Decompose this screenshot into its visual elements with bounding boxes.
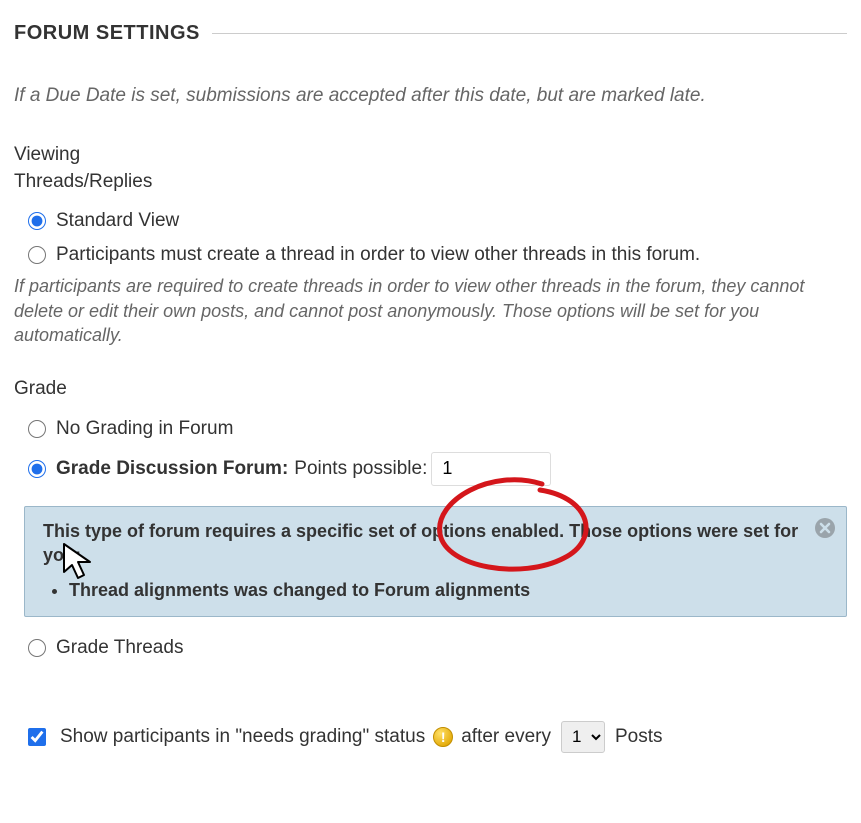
radio-must-create[interactable]: Participants must create a thread in ord… — [14, 238, 847, 272]
points-possible-input[interactable] — [431, 452, 551, 486]
points-possible-label: Points possible: — [294, 458, 427, 480]
viewing-radio-group: Standard View Participants must create a… — [14, 204, 847, 272]
exclamation-icon: ! — [433, 727, 453, 747]
info-box-item: Thread alignments was changed to Forum a… — [69, 578, 802, 602]
info-box-title: This type of forum requires a specific s… — [43, 519, 802, 568]
page-title: FORUM SETTINGS — [14, 22, 200, 45]
radio-grade-threads-label: Grade Threads — [56, 637, 183, 659]
info-box: This type of forum requires a specific s… — [24, 506, 847, 617]
radio-grade-forum-input[interactable] — [28, 460, 46, 478]
radio-grade-forum[interactable]: Grade Discussion Forum: Points possible: — [14, 446, 847, 492]
viewing-sub-hint: If participants are required to create t… — [14, 274, 847, 347]
close-icon[interactable] — [814, 517, 836, 539]
header-rule — [212, 33, 847, 34]
radio-standard-view[interactable]: Standard View — [14, 204, 847, 238]
grade-label: Grade — [14, 377, 847, 402]
due-date-hint: If a Due Date is set, submissions are ac… — [14, 85, 847, 107]
viewing-label-line1: Viewing — [14, 143, 847, 168]
needs-grading-row[interactable]: Show participants in "needs grading" sta… — [14, 715, 847, 759]
radio-must-create-label: Participants must create a thread in ord… — [56, 244, 700, 266]
radio-grade-threads[interactable]: Grade Threads — [14, 631, 847, 665]
radio-standard-view-label: Standard View — [56, 210, 179, 232]
grade-threads-group: Grade Threads — [14, 631, 847, 665]
section-header: FORUM SETTINGS — [14, 22, 847, 45]
viewing-label-line2: Threads/Replies — [14, 170, 847, 195]
radio-grade-threads-input[interactable] — [28, 639, 46, 657]
radio-standard-view-input[interactable] — [28, 212, 46, 230]
needs-grading-prefix: Show participants in "needs grading" sta… — [60, 726, 425, 748]
radio-grade-forum-label: Grade Discussion Forum: — [56, 458, 288, 480]
radio-no-grading-input[interactable] — [28, 420, 46, 438]
radio-must-create-input[interactable] — [28, 246, 46, 264]
grade-radio-group: No Grading in Forum Grade Discussion For… — [14, 412, 847, 492]
radio-no-grading-label: No Grading in Forum — [56, 418, 233, 440]
needs-grading-mid: after every — [461, 726, 551, 748]
needs-grading-checkbox[interactable] — [28, 728, 46, 746]
info-box-list: Thread alignments was changed to Forum a… — [69, 578, 802, 602]
radio-no-grading[interactable]: No Grading in Forum — [14, 412, 847, 446]
needs-grading-select[interactable]: 1 — [561, 721, 605, 753]
needs-grading-suffix: Posts — [615, 726, 663, 748]
